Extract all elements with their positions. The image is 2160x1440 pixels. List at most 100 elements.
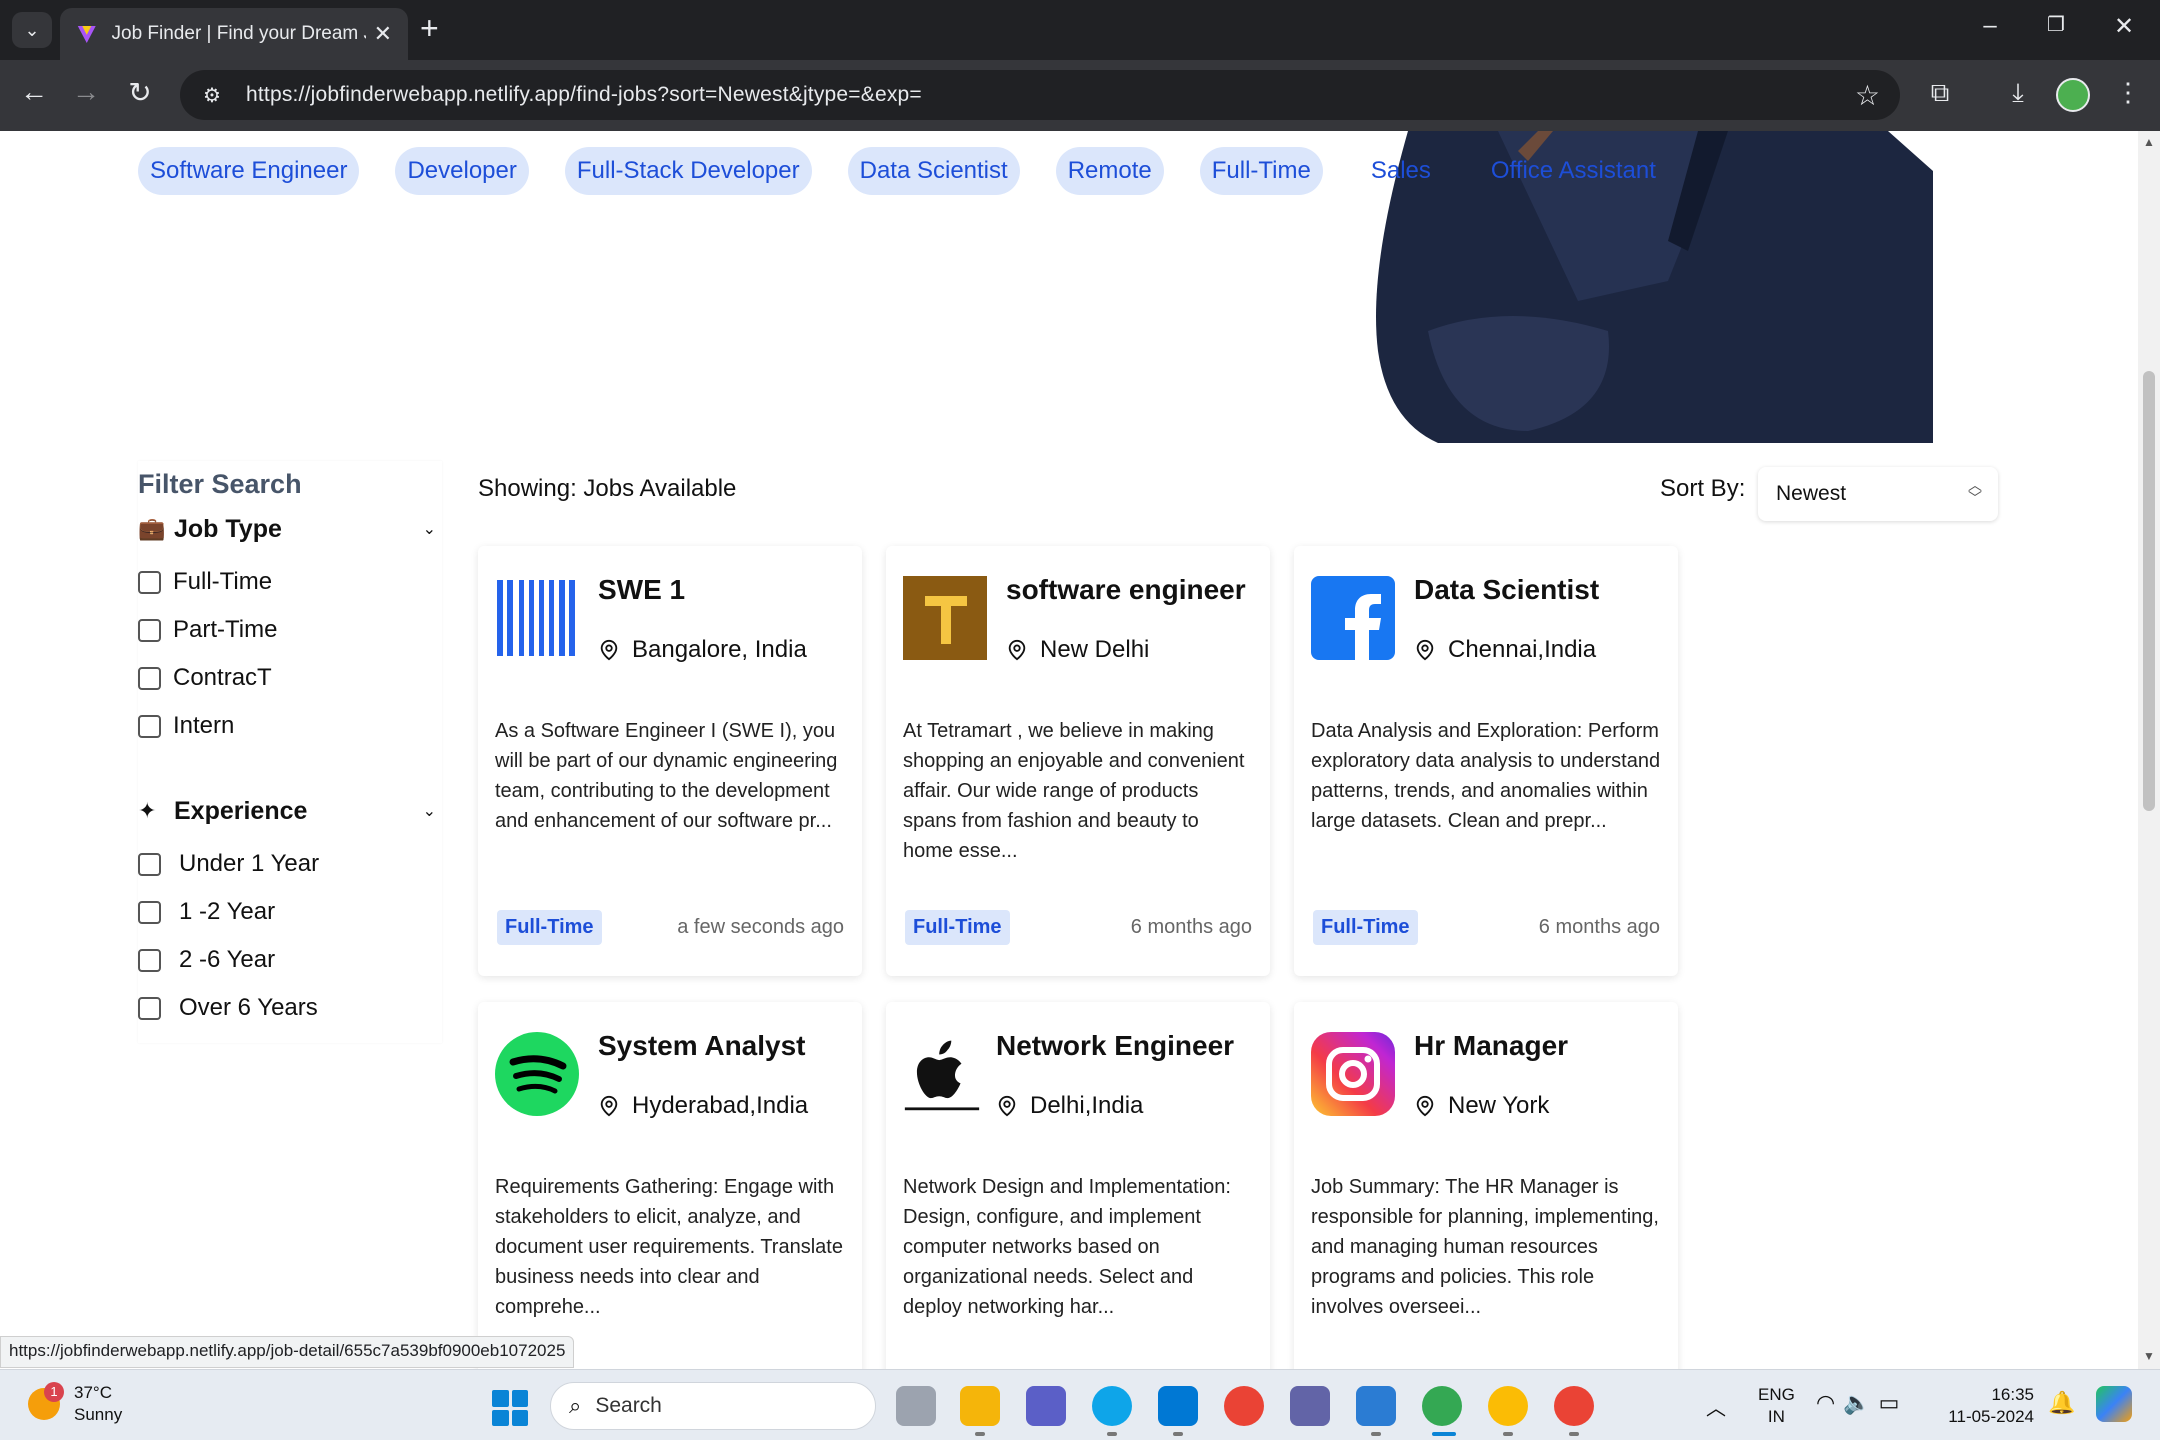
job-title[interactable]: Data Scientist [1414, 574, 1599, 606]
checkbox[interactable] [138, 714, 161, 738]
job-type-option[interactable]: Part-Time [138, 613, 277, 647]
option-label: Intern [173, 712, 235, 739]
chrome-profile-icon[interactable] [1422, 1386, 1462, 1426]
chip-office-assistant[interactable]: Office Assistant [1479, 147, 1668, 195]
copilot-icon[interactable] [2096, 1386, 2132, 1422]
experience-option[interactable]: Over 6 Years [138, 991, 318, 1025]
start-button-icon[interactable] [492, 1390, 528, 1426]
wifi-icon[interactable]: ◠ [1816, 1390, 1843, 1415]
scroll-down-icon[interactable]: ▼ [2143, 1349, 2155, 1363]
checkbox[interactable] [138, 948, 161, 972]
weather-temp: 37°C [74, 1383, 112, 1402]
job-card[interactable]: System Analyst Hyderabad,India Requireme… [478, 1002, 862, 1369]
checkbox[interactable] [138, 852, 161, 876]
clock[interactable]: 16:35 11-05-2024 [1940, 1384, 2034, 1428]
profile-avatar[interactable] [2056, 78, 2090, 112]
chevron-down-icon[interactable]: ⌄ [423, 801, 436, 821]
option-label: ContracT [173, 664, 272, 691]
chip-full-stack-developer[interactable]: Full-Stack Developer [564, 147, 812, 195]
job-title[interactable]: Hr Manager [1414, 1030, 1568, 1062]
close-window-icon[interactable]: ✕ [2104, 12, 2144, 41]
job-card[interactable]: SWE 1 Bangalore, India As a Software Eng… [478, 546, 862, 976]
edge-icon[interactable] [1092, 1386, 1132, 1426]
minimize-icon[interactable]: – [1970, 12, 2010, 40]
tab-strip: ⌄ Job Finder | Find your Dream Jo ✕ + – … [0, 0, 2160, 60]
job-title[interactable]: SWE 1 [598, 574, 685, 606]
scroll-up-icon[interactable]: ▲ [2143, 135, 2155, 149]
weather-widget[interactable]: 1 37°C Sunny [28, 1382, 122, 1426]
chip-data-scientist[interactable]: Data Scientist [847, 147, 1020, 195]
checkbox[interactable] [138, 570, 161, 594]
job-card[interactable]: Network Engineer Delhi,India Network Des… [886, 1002, 1270, 1369]
chip-sales[interactable]: Sales [1359, 147, 1443, 195]
running-indicator [1569, 1432, 1579, 1436]
address-bar[interactable]: ⚙ https://jobfinderwebapp.netlify.app/fi… [180, 70, 1900, 120]
reload-icon[interactable]: ↻ [120, 76, 160, 109]
restore-icon[interactable]: ❐ [2036, 12, 2076, 37]
site-info-icon[interactable]: ⚙ [192, 83, 232, 108]
teams-icon[interactable] [1026, 1386, 1066, 1426]
new-tab-icon[interactable]: + [420, 10, 439, 47]
experience-option[interactable]: Under 1 Year [138, 847, 319, 881]
taskbar-search[interactable]: ⌕ Search [550, 1382, 876, 1430]
job-title[interactable]: software engineer [1006, 574, 1246, 606]
job-card[interactable]: Hr Manager New York Job Summary: The HR … [1294, 1002, 1678, 1369]
language-indicator[interactable]: ENG IN [1758, 1384, 1795, 1428]
task-view-icon[interactable] [896, 1386, 936, 1426]
tab-search-button[interactable]: ⌄ [12, 12, 52, 48]
file-explorer-icon[interactable] [960, 1386, 1000, 1426]
volume-icon[interactable]: 🔈 [1843, 1390, 1878, 1415]
clock-date: 11-05-2024 [1948, 1407, 2034, 1426]
vscode-icon[interactable] [1158, 1386, 1198, 1426]
battery-icon[interactable]: ▭ [1879, 1390, 1908, 1415]
checkbox[interactable] [138, 618, 161, 642]
weather-desc: Sunny [74, 1405, 123, 1424]
chevron-down-icon[interactable]: ⌄ [423, 519, 436, 539]
experience-header[interactable]: ✦ Experience ⌄ [138, 793, 442, 829]
checkbox[interactable] [138, 666, 161, 690]
experience-option[interactable]: 2 -6 Year [138, 943, 275, 977]
url-text[interactable]: https://jobfinderwebapp.netlify.app/find… [246, 83, 922, 107]
location-pin-icon [1416, 639, 1434, 661]
chrome-profile-icon[interactable] [1554, 1386, 1594, 1426]
job-type-option[interactable]: ContracT [138, 661, 272, 695]
job-type-option[interactable]: Full-Time [138, 565, 272, 599]
forward-icon[interactable]: → [66, 76, 106, 108]
location-text: New Delhi [1040, 636, 1150, 663]
notification-bell-icon[interactable]: 🔔 [2048, 1390, 2075, 1416]
chevron-up-icon[interactable]: ︿ [1706, 1392, 1726, 1421]
download-icon[interactable]: ⤓ [1998, 77, 2038, 109]
extensions-icon[interactable]: ⧉ [1920, 77, 1960, 109]
job-card[interactable]: Data Scientist Chennai,India Data Analys… [1294, 546, 1678, 976]
scroll-thumb[interactable] [2143, 371, 2155, 811]
page-scrollbar[interactable]: ▲ ▼ [2138, 131, 2160, 1369]
menu-icon[interactable]: ⋮ [2108, 77, 2148, 108]
teams-classic-icon[interactable] [1290, 1386, 1330, 1426]
option-label: 2 -6 Year [179, 946, 276, 973]
experience-option[interactable]: 1 -2 Year [138, 895, 275, 929]
checkbox[interactable] [138, 900, 161, 924]
bookmark-star-icon[interactable]: ☆ [1855, 79, 1880, 112]
job-title[interactable]: System Analyst [598, 1030, 806, 1062]
chrome-icon[interactable] [1224, 1386, 1264, 1426]
sort-select[interactable]: Newest ︿ ﹀ [1758, 467, 1998, 521]
chip-remote[interactable]: Remote [1055, 147, 1164, 195]
job-card[interactable]: software engineer New Delhi At Tetramart… [886, 546, 1270, 976]
weather-text: 37°C Sunny [74, 1382, 122, 1426]
chip-full-time[interactable]: Full-Time [1199, 147, 1323, 195]
chrome-profile-icon[interactable] [1488, 1386, 1528, 1426]
chip-developer[interactable]: Developer [395, 147, 529, 195]
job-type-option[interactable]: Intern [138, 709, 234, 743]
job-type-header[interactable]: 💼 Job Type ⌄ [138, 511, 442, 547]
checkbox[interactable] [138, 996, 161, 1020]
back-icon[interactable]: ← [14, 76, 54, 108]
instagram-logo-icon [1311, 1032, 1395, 1116]
notepad-icon[interactable] [1356, 1386, 1396, 1426]
browser-tab-active[interactable]: Job Finder | Find your Dream Jo ✕ [60, 8, 408, 60]
job-title[interactable]: Network Engineer [996, 1030, 1234, 1062]
chip-software-engineer[interactable]: Software Engineer [138, 147, 360, 195]
system-tray[interactable]: ◠🔈▭ [1816, 1390, 1907, 1416]
job-description: Data Analysis and Exploration: Perform e… [1311, 720, 1661, 832]
close-tab-icon[interactable]: ✕ [374, 21, 392, 47]
sun-icon: 1 [28, 1382, 64, 1420]
